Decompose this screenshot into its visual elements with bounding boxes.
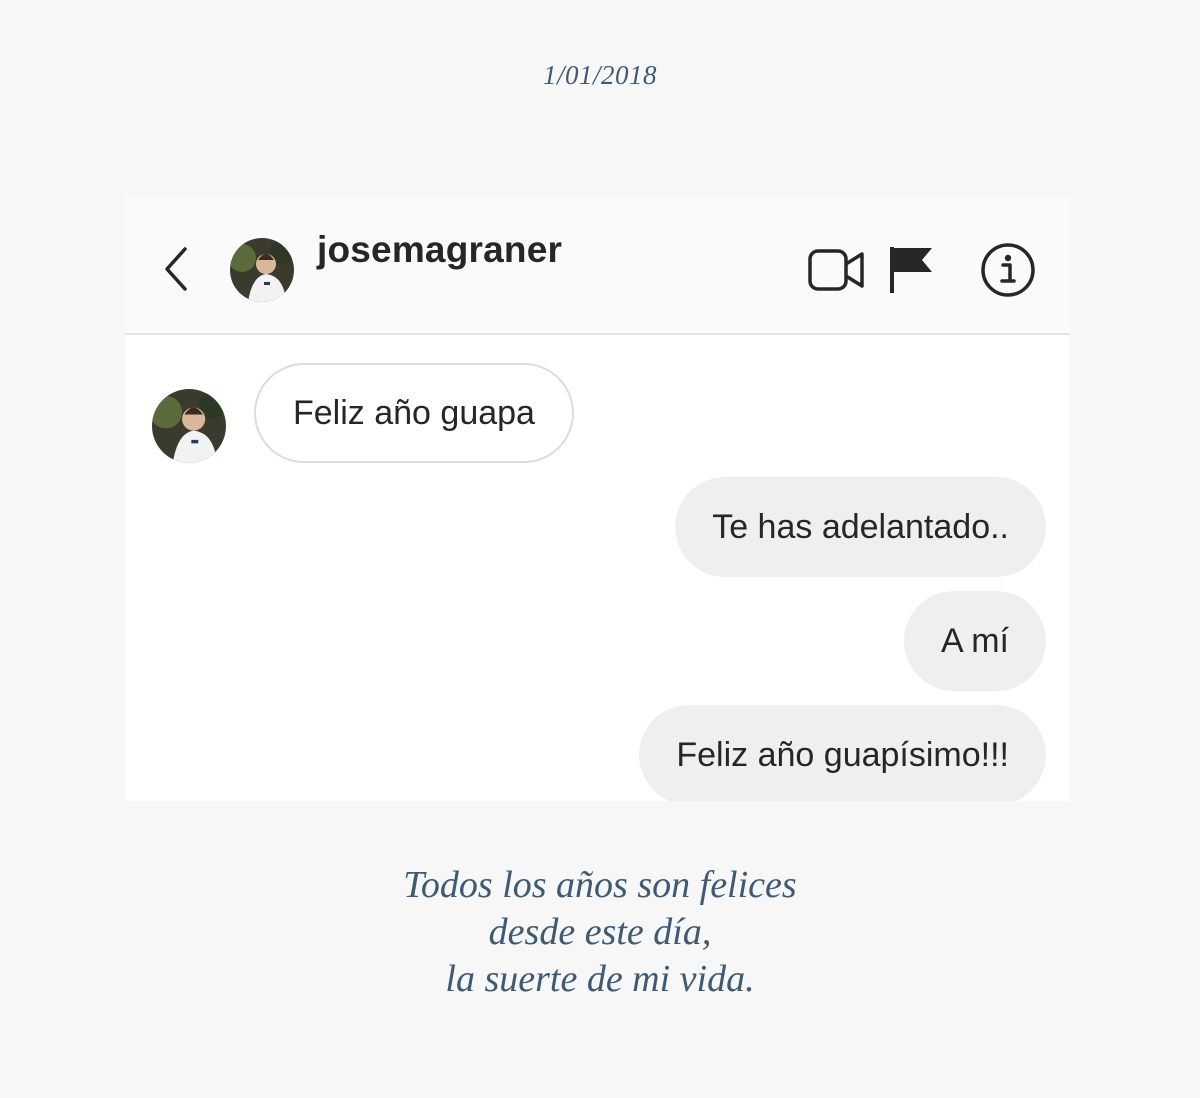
video-camera-icon [808,249,864,291]
outgoing-message[interactable]: Te has adelantado.. [675,477,1046,577]
incoming-message[interactable]: Feliz año guapa [254,363,574,463]
info-button[interactable] [980,242,1036,298]
report-button[interactable] [888,245,934,295]
avatar-photo [152,389,226,463]
chat-screenshot: josemagraner Feliz año guapa Te has adel… [125,195,1070,801]
outgoing-message[interactable]: A mí [903,591,1046,691]
profile-avatar[interactable] [230,238,294,302]
chat-header: josemagraner [125,195,1070,335]
caption: Todos los años son felices desde este dí… [0,862,1200,1003]
caption-line: desde este día, [488,911,712,953]
info-icon [981,243,1035,297]
chevron-left-icon [165,247,187,291]
caption-line: Todos los años son felices [403,864,797,906]
message-thread: Feliz año guapa Te has adelantado.. A mí… [125,335,1070,801]
date-label: 1/01/2018 [542,60,657,90]
avatar-photo [230,238,294,302]
flag-icon [890,247,932,293]
outgoing-message[interactable]: Feliz año guapísimo!!! [639,705,1046,801]
back-button[interactable] [153,243,197,295]
sender-avatar[interactable] [152,389,226,463]
video-call-button[interactable] [808,247,866,293]
caption-line: la suerte de mi vida. [445,958,755,1000]
username[interactable]: josemagraner [317,229,562,271]
